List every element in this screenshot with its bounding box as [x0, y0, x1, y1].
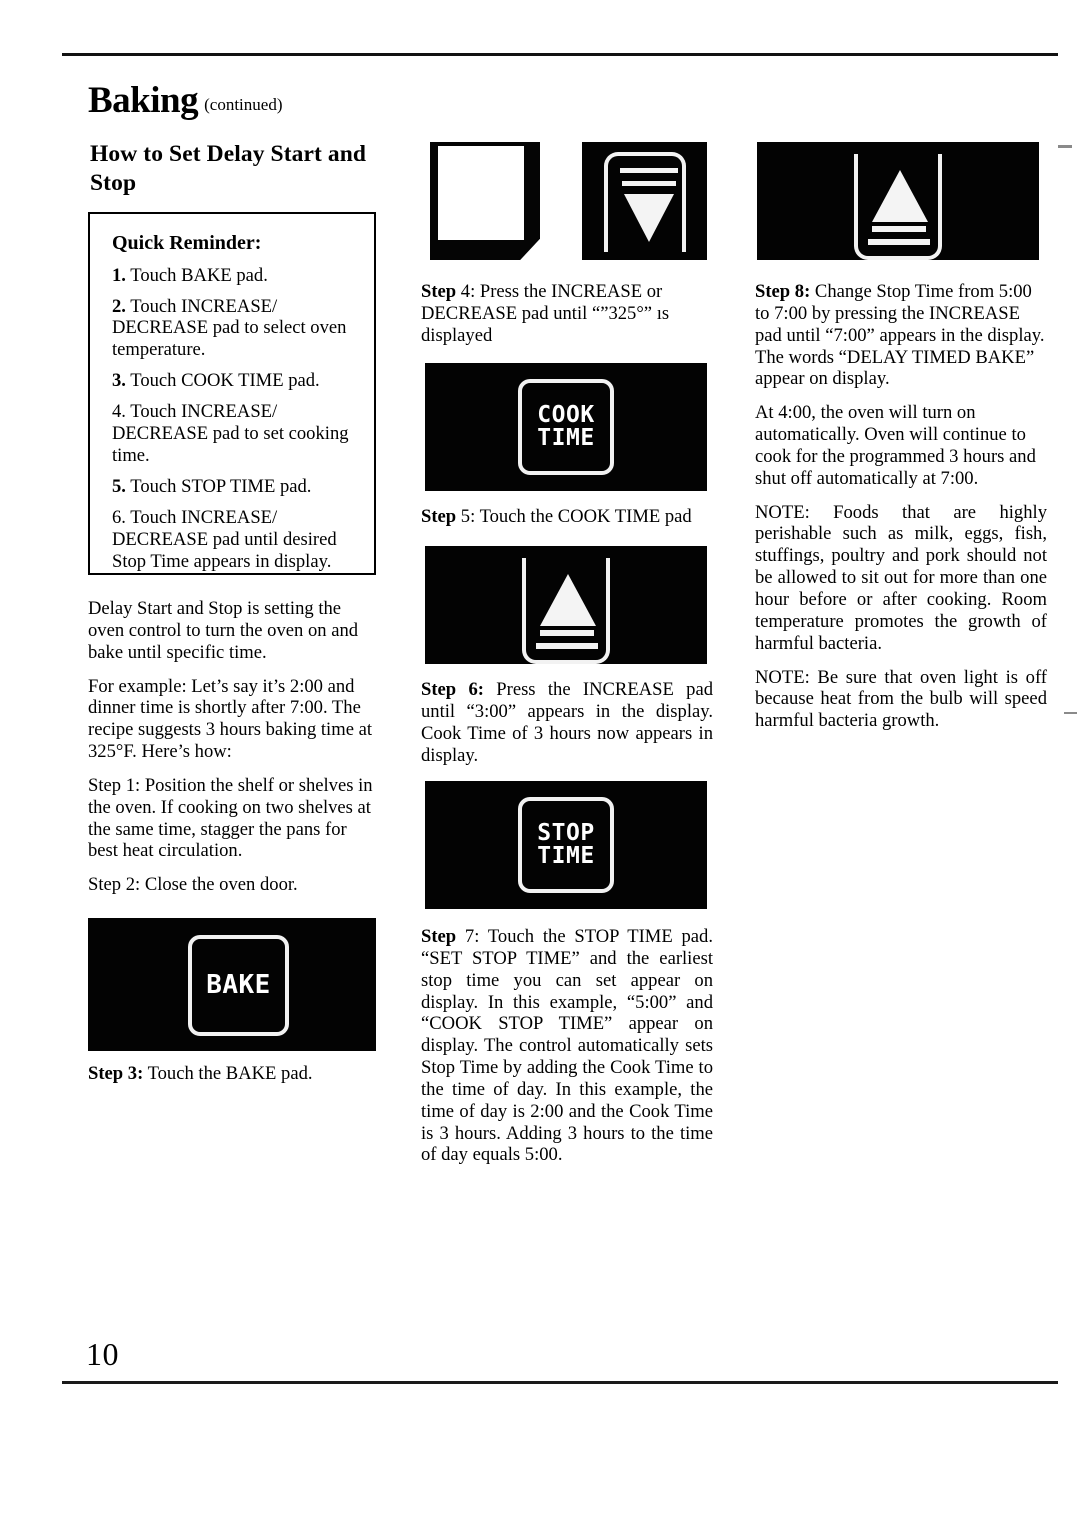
- reminder-item-4-text: Touch INCREASE/ DECREASE pad to set cook…: [112, 401, 349, 467]
- increase-pad-photo-middle: [425, 546, 707, 664]
- footer-rule: [62, 1381, 1058, 1384]
- reminder-item-2: 2. Touch INCREASE/ DECREASE pad to selec…: [112, 296, 360, 362]
- reminder-item-4-number: 4.: [112, 401, 126, 423]
- blank-pad-face[interactable]: [438, 146, 524, 240]
- registration-tick-middle: [1064, 712, 1077, 714]
- left-paragraph-2: For example: Let’s say it’s 2:00 and din…: [88, 675, 373, 763]
- left-paragraph-step1: Step 1: Position the shelf or shelves in…: [88, 774, 373, 862]
- increase-bar-2: [536, 643, 598, 649]
- increase-pad-button-right[interactable]: [854, 154, 942, 260]
- step3-caption: Step 3: Touch the BAKE pad.: [88, 1063, 388, 1085]
- triangle-down-icon: [624, 194, 674, 242]
- cook-time-pad-label-line2: TIME: [537, 425, 595, 451]
- note-paragraph-1: NOTE: Foods that are highly perishable s…: [755, 501, 1047, 654]
- step7-text: 7: Touch the STOP TIME pad. “SET STOP TI…: [421, 926, 713, 1166]
- reminder-item-1-text: Touch BAKE pad.: [130, 264, 268, 286]
- reminder-item-5-number: 5.: [112, 476, 126, 498]
- step8-label: Step 8:: [755, 281, 811, 302]
- stop-time-pad-photo: STOP TIME: [425, 781, 707, 909]
- decrease-pad-photo: [582, 142, 707, 260]
- increase-pad-photo-right: [757, 142, 1039, 260]
- reminder-item-3-number: 3.: [112, 370, 126, 392]
- right-paragraph-1: At 4:00, the oven will turn on automatic…: [755, 402, 1036, 489]
- reminder-item-1: 1. Touch BAKE pad.: [112, 265, 360, 287]
- header-rule: [62, 53, 1058, 56]
- reminder-item-5: 5. Touch STOP TIME pad.: [112, 476, 360, 498]
- bake-pad-label: BAKE: [206, 970, 271, 1001]
- cook-time-pad-button[interactable]: COOK TIME: [518, 379, 614, 475]
- reminder-item-6-number: 6.: [112, 507, 126, 529]
- left-paragraph-step2: Step 2: Close the oven door.: [88, 874, 298, 896]
- stop-time-pad-label-line2: TIME: [537, 843, 595, 869]
- increase-bar-1: [540, 630, 594, 636]
- section-heading: How to Set Delay Start and Stop: [90, 141, 367, 196]
- reminder-item-2-number: 2.: [112, 295, 126, 317]
- step5-text: 5: Touch the COOK TIME pad: [456, 506, 692, 527]
- triangle-up-icon: [872, 170, 928, 222]
- step5-label: Step: [421, 506, 457, 527]
- bake-pad-button[interactable]: BAKE: [188, 935, 289, 1036]
- chapter-continued-label: (continued): [204, 95, 283, 114]
- step4-block: Step 4: Press the INCREASE or DECREASE p…: [421, 281, 713, 359]
- step7-caption: Step 7: Touch the STOP TIME pad. “SET ST…: [421, 926, 713, 1166]
- reminder-item-5-text: Touch STOP TIME pad.: [130, 476, 312, 498]
- decrease-bar-2: [622, 181, 676, 186]
- reminder-item-6: 6. Touch INCREASE/ DECREASE pad until de…: [112, 507, 360, 573]
- chapter-title-text: Baking: [88, 80, 199, 121]
- left-paragraph-1: Delay Start and Stop is setting the oven…: [88, 598, 359, 663]
- step7-block: Step 7: Touch the STOP TIME pad. “SET ST…: [421, 926, 713, 1178]
- right-column: Step 8: Change Stop Time from 5:00 to 7:…: [755, 281, 1047, 744]
- reminder-item-3-text: Touch COOK TIME pad.: [130, 370, 320, 392]
- quick-reminder-title: Quick Reminder:: [112, 232, 262, 254]
- reminder-item-2-text: Touch INCREASE/ DECREASE pad to select o…: [112, 295, 347, 361]
- increase-bar-2: [868, 239, 930, 245]
- reminder-item-4: 4. Touch INCREASE/ DECREASE pad to set c…: [112, 401, 360, 467]
- registration-tick-top: [1058, 145, 1072, 148]
- blank-pad-photo: [430, 142, 540, 260]
- page-number: 10: [86, 1336, 119, 1372]
- step8-caption: Step 8: Change Stop Time from 5:00 to 7:…: [755, 281, 1047, 390]
- reminder-item-3: 3. Touch COOK TIME pad.: [112, 370, 360, 392]
- cook-time-pad-label-line1: COOK: [537, 401, 595, 428]
- left-column: Delay Start and Stop is setting the oven…: [88, 598, 378, 908]
- step7-label: Step: [421, 926, 457, 947]
- step3-label: Step 3:: [88, 1063, 144, 1084]
- stop-time-pad-label-line1: STOP: [537, 819, 595, 846]
- decrease-pad-button[interactable]: [604, 152, 686, 252]
- step6-label: Step 6:: [421, 679, 484, 700]
- reminder-item-6-text: Touch INCREASE/ DECREASE pad until desir…: [112, 507, 337, 572]
- note-paragraph-2: NOTE: Be sure that oven light is off bec…: [755, 666, 1047, 732]
- step5-caption: Step 5: Touch the COOK TIME pad: [421, 506, 721, 528]
- cook-time-pad-photo: COOK TIME: [425, 363, 707, 491]
- reminder-item-1-number: 1.: [112, 264, 126, 286]
- decrease-bar-1: [620, 168, 678, 173]
- stop-time-pad-button[interactable]: STOP TIME: [518, 797, 614, 893]
- increase-bar-1: [872, 226, 926, 232]
- bake-pad-photo: BAKE: [88, 918, 376, 1051]
- step4-label: Step: [421, 281, 457, 302]
- step6-caption: Step 6: Press the INCREASE pad until “3:…: [421, 679, 713, 766]
- step4-text: 4: Press the INCREASE or DECREASE pad un…: [421, 281, 670, 346]
- step6-block: Step 6: Press the INCREASE pad until “3:…: [421, 679, 713, 778]
- quick-reminder-box: Quick Reminder: 1. Touch BAKE pad. 2. To…: [88, 212, 376, 575]
- manual-page: Baking (continued) How to Set Delay Start…: [0, 0, 1080, 1528]
- triangle-up-icon: [540, 574, 596, 626]
- increase-pad-button-middle[interactable]: [522, 558, 610, 664]
- page-title: Baking (continued): [88, 82, 282, 119]
- step3-text: Touch the BAKE pad.: [143, 1063, 313, 1084]
- step4-caption: Step 4: Press the INCREASE or DECREASE p…: [421, 281, 713, 347]
